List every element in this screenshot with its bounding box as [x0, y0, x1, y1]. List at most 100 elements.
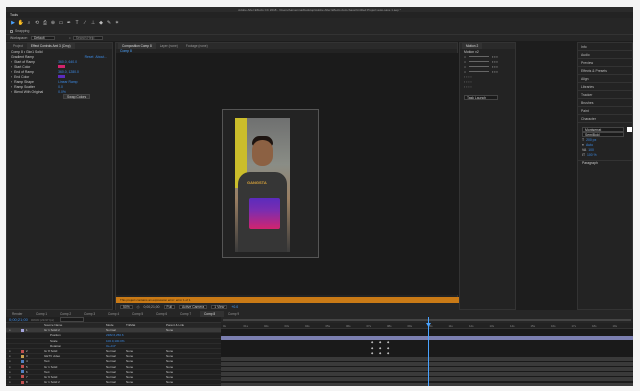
slider-knob-icon[interactable]: ○: [464, 55, 466, 59]
visibility-eye-icon[interactable]: ●: [9, 365, 21, 369]
layer-name[interactable]: Gr 1 Solid: [44, 365, 106, 369]
layer-name[interactable]: Text: [44, 370, 106, 374]
layer-name[interactable]: Position: [44, 333, 106, 337]
gradient-solid-layer[interactable]: [249, 198, 280, 229]
layer-name[interactable]: Scale: [44, 339, 106, 343]
visibility-eye-icon[interactable]: ●: [9, 359, 21, 363]
timeline-tracks[interactable]: 0s 01s 02s 03s 04s 05s 06s 07s 08s 09s 10s 11s 12s 13…: [221, 317, 633, 386]
exposure-value[interactable]: +0.0: [231, 305, 238, 309]
motion-tools-icon[interactable]: ◦ ◦ ◦ ◦: [464, 80, 472, 84]
camera-select[interactable]: Active Camera: [179, 304, 208, 310]
layer-mode-select[interactable]: Normal: [106, 359, 126, 363]
tab-composition-2[interactable]: Footage (none): [182, 43, 212, 49]
slider-track[interactable]: [469, 56, 490, 57]
motion-buttons-icon[interactable]: ▪ ▪ ▪: [492, 65, 498, 69]
tab-motion[interactable]: Motion 2: [462, 43, 483, 49]
slider-knob-icon[interactable]: ○: [464, 65, 466, 69]
search-help-input[interactable]: Search Help: [72, 35, 103, 41]
hand-icon[interactable]: ✋: [17, 19, 25, 27]
motion-tools-icon[interactable]: ◦ ◦ ◦ ◦: [464, 75, 472, 79]
layer-trkmat-select[interactable]: None: [126, 370, 166, 374]
timecode-display[interactable]: 0;00;21;00: [144, 305, 160, 309]
layer-name[interactable]: Gr 1 Solid 2: [44, 328, 106, 332]
puppet-icon[interactable]: ✶: [113, 19, 121, 27]
layer-row[interactable]: ● 8 Gr 1 Solid 2 Normal None None: [6, 380, 221, 386]
col-parent[interactable]: Parent & Link: [166, 323, 184, 327]
panel-item-tracker[interactable]: Tracker: [578, 91, 632, 99]
layer-color-label[interactable]: [21, 365, 24, 369]
slider-knob-icon[interactable]: ○: [464, 70, 466, 74]
layer-color-label[interactable]: [21, 380, 24, 384]
visibility-eye-icon[interactable]: ●: [9, 349, 21, 353]
visibility-eye-icon[interactable]: ●: [9, 380, 21, 384]
property-expand-icon[interactable]: ›: [11, 80, 12, 84]
tab-comp-6[interactable]: Comp 6: [152, 311, 176, 317]
panel-item-character[interactable]: Character: [578, 115, 632, 123]
pan-behind-icon[interactable]: ⊕: [49, 19, 57, 27]
paragraph-header[interactable]: Paragraph: [578, 160, 632, 165]
layer-color-label[interactable]: [21, 354, 24, 358]
property-value[interactable]: 360.0, 640.0: [58, 60, 77, 64]
layer-color-label[interactable]: [21, 344, 24, 347]
keyframe-icon[interactable]: ◆: [387, 346, 389, 350]
layer-duration-bar[interactable]: [221, 372, 633, 377]
layer-mode-select[interactable]: Normal: [106, 370, 126, 374]
layer-trkmat-select[interactable]: None: [126, 365, 166, 369]
keyframe-icon[interactable]: ◆: [387, 340, 389, 344]
type-icon[interactable]: T: [73, 19, 81, 27]
zoom-icon[interactable]: ⌕: [25, 19, 33, 27]
playhead[interactable]: [428, 317, 429, 386]
snapping-checkbox[interactable]: [10, 29, 13, 33]
panel-item-align[interactable]: Align: [578, 75, 632, 83]
layer-name[interactable]: Text: [44, 359, 106, 363]
col-source-name[interactable]: Source Name: [44, 323, 106, 327]
layer-duration-bar[interactable]: [221, 367, 633, 371]
property-value[interactable]: 360.0, 1280.0: [58, 70, 79, 74]
brush-icon[interactable]: ∕: [81, 19, 89, 27]
motion-buttons-icon[interactable]: ▪ ▪ ▪: [492, 55, 498, 59]
layer-color-label[interactable]: [21, 349, 24, 353]
layer-parent-select[interactable]: None: [166, 349, 173, 353]
layer-parent-select[interactable]: None: [166, 375, 173, 379]
layer-color-label[interactable]: [21, 328, 24, 332]
layer-color-label[interactable]: [21, 339, 24, 342]
tab-composition-1[interactable]: Layer (none): [156, 43, 182, 49]
task-launch-button[interactable]: Task Launch: [464, 95, 498, 100]
view-layout-select[interactable]: 1 View: [211, 304, 228, 310]
camera-icon[interactable]: ⎙: [41, 19, 49, 27]
layer-trkmat-select[interactable]: None: [126, 349, 166, 353]
property-value[interactable]: 0.0: [58, 85, 63, 89]
work-area-range[interactable]: [223, 319, 631, 321]
layer-name[interactable]: GETV video: [44, 354, 106, 358]
font-style-select[interactable]: SemiBold: [582, 132, 624, 137]
layer-parent-select[interactable]: None: [166, 380, 173, 384]
tab-comp-2[interactable]: Comp 2: [56, 311, 80, 317]
layer-mode-select[interactable]: Normal: [106, 354, 126, 358]
keyframe-icon[interactable]: ◆: [387, 351, 389, 355]
tab-comp-7[interactable]: Comp 7: [176, 311, 200, 317]
motion-tools-icon[interactable]: ◦ ◦ ◦ ◦: [464, 85, 472, 89]
pen-icon[interactable]: ✒: [65, 19, 73, 27]
layer-duration-bar[interactable]: [221, 361, 633, 366]
swap-colors-button[interactable]: Swap Colors: [63, 94, 91, 99]
layer-mode-select[interactable]: Normal: [106, 365, 126, 369]
layer-duration-bar[interactable]: [221, 382, 633, 386]
mask-icon[interactable]: ▭: [57, 19, 65, 27]
rotate-icon[interactable]: ⟲: [33, 19, 41, 27]
keyframe-icon[interactable]: ◆: [379, 340, 381, 344]
menu-tools[interactable]: Tools: [10, 13, 18, 17]
tab-comp-8[interactable]: Comp 8: [200, 310, 224, 317]
about-link[interactable]: About...: [95, 55, 107, 59]
layer-parent-select[interactable]: None: [166, 359, 173, 363]
layer-color-label[interactable]: [21, 359, 24, 363]
tracking-value[interactable]: 100: [588, 148, 594, 152]
layer-color-label[interactable]: [21, 334, 24, 337]
layer-trkmat-select[interactable]: None: [126, 354, 166, 358]
keyframe-icon[interactable]: ◆: [379, 346, 381, 350]
layer-mode-select[interactable]: Normal: [106, 380, 126, 384]
eraser-icon[interactable]: ◆: [97, 19, 105, 27]
leading-value[interactable]: Auto: [586, 143, 593, 147]
font-family-select[interactable]: Montserrat: [582, 127, 624, 132]
tab-left-0[interactable]: Project: [9, 43, 27, 49]
fill-color-swatch[interactable]: [627, 127, 632, 132]
